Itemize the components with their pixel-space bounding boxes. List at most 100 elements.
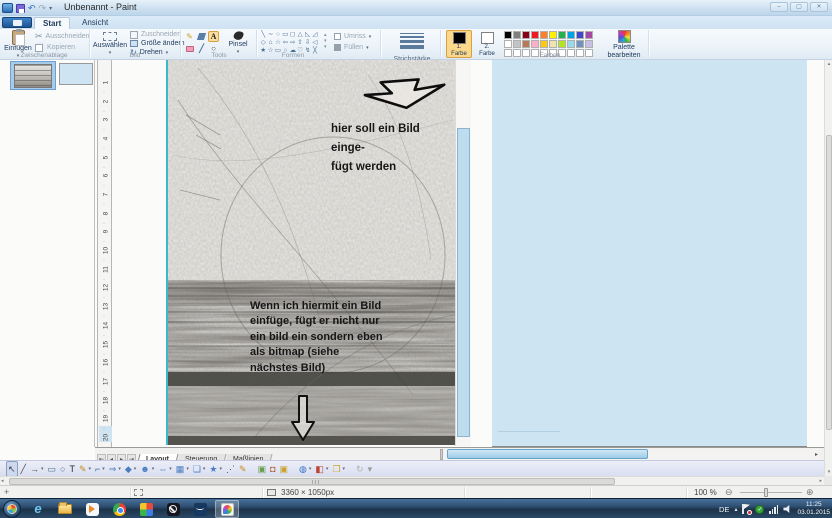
update-icon[interactable]: ✓	[755, 505, 764, 514]
draw-tool-icon[interactable]: ◆	[124, 462, 133, 476]
undo-icon[interactable]: ↶	[28, 4, 36, 13]
start-button[interactable]	[3, 500, 21, 518]
draw-tool-icon[interactable]: ❏	[192, 462, 202, 476]
draw-tool-icon[interactable]: ○	[59, 462, 66, 476]
color-swatch[interactable]	[585, 40, 593, 48]
color-swatch[interactable]	[513, 40, 521, 48]
color-swatch[interactable]	[576, 40, 584, 48]
paint-canvas[interactable]: 1·2·3·4·5·6·7·8·9·10·11·12·13·14·15·16·1…	[0, 60, 832, 476]
color-swatch[interactable]	[504, 40, 512, 48]
draw-hscroll-thumb[interactable]	[447, 449, 648, 459]
taskbar-paint-active[interactable]	[215, 500, 239, 518]
draw-tool-icon[interactable]: ❒	[331, 462, 341, 476]
redo-icon[interactable]: ↷	[39, 4, 47, 13]
draw-tool-icon[interactable]: ⌐	[94, 462, 101, 476]
edit-palette-button[interactable]: Palette bearbeiten	[604, 30, 644, 60]
scroll-down-icon[interactable]: ▾	[825, 469, 832, 475]
draw-tool-icon[interactable]: ☻	[139, 462, 150, 476]
shape-icon[interactable]: ╲	[260, 31, 266, 39]
shape-icon[interactable]: ◇	[260, 39, 266, 47]
maximize-button[interactable]: ▢	[790, 2, 808, 12]
shape-icon[interactable]: ◺	[304, 31, 310, 39]
shape-icon[interactable]: ∼	[267, 31, 273, 39]
shape-icon[interactable]: ⇨	[290, 39, 296, 47]
pasted-wood-image[interactable]: hier soll ein Bild einge- fügt werden We…	[166, 60, 453, 445]
outline-button[interactable]: Umriss ▾	[334, 32, 371, 41]
shape-icon[interactable]: ⇦	[282, 39, 288, 47]
paint-horizontal-scrollbar[interactable]: ◂ ▸	[0, 476, 824, 485]
draw-tool-icon[interactable]: ✎	[78, 462, 88, 476]
action-center-flag-icon[interactable]	[742, 504, 750, 514]
shapefill-button[interactable]: Füllen ▾	[334, 43, 369, 52]
shape-icon[interactable]: ⌂	[267, 39, 273, 47]
dropdown-arrow-icon[interactable]: ▾	[169, 466, 172, 472]
shape-icon[interactable]: ◻	[290, 31, 296, 39]
draw-tool-icon[interactable]: ↖	[6, 461, 18, 477]
color-swatch[interactable]	[576, 31, 584, 39]
taskbar-chrome[interactable]	[107, 500, 131, 518]
shape-icon[interactable]: ⇧	[297, 39, 303, 47]
shape-icon[interactable]: ◿	[312, 31, 318, 39]
color-swatch[interactable]	[513, 31, 521, 39]
dropdown-arrow-icon[interactable]: ▾	[152, 466, 155, 472]
draw-tool-icon[interactable]: →	[29, 462, 40, 476]
paint-hscroll-thumb[interactable]	[9, 478, 615, 485]
draw-tool-icon[interactable]: ⇒	[108, 462, 118, 476]
taskbar-internet-explorer[interactable]: e	[26, 500, 50, 518]
save-icon[interactable]	[16, 4, 25, 13]
dropdown-arrow-icon[interactable]: ▾	[326, 466, 329, 472]
draw-tool-icon[interactable]: ╱	[20, 462, 27, 476]
draw-hscroll-right-icon[interactable]: ▸	[815, 451, 818, 458]
color-swatch[interactable]	[585, 31, 593, 39]
draw-page-thumbnail[interactable]	[59, 63, 93, 85]
scroll-left-icon[interactable]: ◂	[1, 478, 4, 484]
minimize-button[interactable]: –	[770, 2, 788, 12]
color-swatch[interactable]	[567, 40, 575, 48]
copy-button[interactable]: Kopieren	[35, 43, 75, 52]
tray-expand-icon[interactable]: ▴	[734, 506, 737, 513]
shape-icon[interactable]: ○	[275, 31, 281, 39]
text-tool[interactable]: A	[208, 31, 219, 42]
color-swatch[interactable]	[549, 40, 557, 48]
draw-tool-icon[interactable]: ▾	[367, 462, 374, 476]
color1-button[interactable]: 1. Farbe	[446, 30, 472, 58]
draw-tool-icon[interactable]: ▣	[257, 462, 268, 476]
draw-vscroll-thumb[interactable]	[457, 128, 470, 437]
language-indicator[interactable]: DE	[719, 505, 729, 514]
paint-vertical-scrollbar[interactable]: ▴ ▾	[824, 60, 832, 476]
draw-tool-icon[interactable]: ▣	[279, 462, 290, 476]
dropdown-arrow-icon[interactable]: ▾	[220, 466, 223, 472]
color-swatch[interactable]	[558, 31, 566, 39]
dropdown-arrow-icon[interactable]: ▾	[343, 466, 346, 472]
draw-tool-icon[interactable]: ▭	[46, 462, 57, 476]
dropdown-arrow-icon[interactable]: ▾	[88, 466, 91, 472]
fill-tool[interactable]	[196, 31, 207, 42]
shape-icon[interactable]: ⇩	[304, 39, 310, 47]
dropdown-arrow-icon[interactable]: ▾	[41, 466, 44, 472]
cut-button[interactable]: ✂ Ausschneiden	[35, 32, 90, 41]
draw-tool-icon[interactable]: ◧	[314, 462, 325, 476]
dropdown-arrow-icon[interactable]: ▾	[186, 466, 189, 472]
zoom-slider-track[interactable]	[740, 492, 802, 493]
file-menu-button[interactable]	[2, 17, 32, 28]
taskbar-app-grid[interactable]	[134, 500, 158, 518]
draw-tool-icon[interactable]: ◘	[269, 462, 276, 476]
zoom-out-icon[interactable]: ⊖	[725, 487, 733, 498]
paint-app-icon[interactable]	[2, 3, 13, 13]
scroll-right-icon[interactable]: ▸	[819, 478, 822, 484]
shapes-scroll-more-icon[interactable]: ▾	[324, 44, 327, 50]
draw-tool-icon[interactable]: ★	[208, 462, 218, 476]
qat-dropdown-icon[interactable]: ▾	[49, 5, 52, 12]
draw-horizontal-scrollbar[interactable]: ▸	[443, 449, 819, 460]
color-swatch[interactable]	[522, 40, 530, 48]
taskbar-openoffice[interactable]	[188, 500, 212, 518]
resize-button[interactable]: Größe ändern	[130, 39, 185, 48]
color-swatch[interactable]	[531, 40, 539, 48]
color2-button[interactable]: 2. Farbe	[474, 30, 500, 58]
shapes-scroll[interactable]: ▴ ▾ ▾	[324, 32, 327, 50]
dropdown-arrow-icon[interactable]: ▾	[134, 466, 137, 472]
taskbar-clock[interactable]: 11:25 03.01.2015	[797, 501, 830, 517]
color-swatch[interactable]	[558, 40, 566, 48]
taskbar-media-player[interactable]	[80, 500, 104, 518]
shape-icon[interactable]: ▭	[282, 31, 288, 39]
